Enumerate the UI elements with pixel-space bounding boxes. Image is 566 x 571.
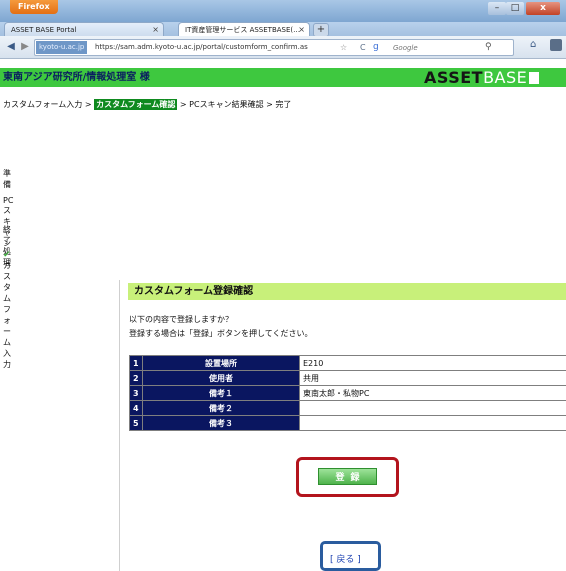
field-label: 備考１ [142, 385, 300, 401]
table-row: 3 備考１ 東南太郎・私物PC [129, 385, 566, 401]
field-value: 共用 [299, 370, 566, 386]
search-box[interactable]: g ⚲ [371, 40, 513, 55]
logo-base-text: BASE [483, 68, 528, 87]
assetbase-logo: ASSETBASE [424, 68, 540, 87]
tab-label: ASSET BASE Portal [11, 26, 77, 34]
row-number: 1 [129, 355, 143, 371]
step-item-custom-form-input: ✔カスタムフォーム 入力 [3, 250, 12, 370]
step-label: カスタムフォーム [3, 261, 11, 347]
description-line: 以下の内容で登録しますか？ [129, 315, 233, 324]
maximize-button[interactable]: □ [506, 2, 524, 15]
site-header: 東南アジア研究所/情報処理室 様 ASSETBASE [0, 68, 566, 87]
row-number: 5 [129, 415, 143, 431]
step-item-preparation: 準備 [3, 169, 11, 189]
reload-icon[interactable]: C [360, 40, 366, 55]
search-icon[interactable]: ⚲ [485, 40, 492, 55]
tab-asset-base-portal[interactable]: ASSET BASE Portal × [4, 22, 164, 36]
new-tab-button[interactable]: + [313, 23, 329, 37]
back-arrow-icon[interactable]: ◀ [4, 39, 18, 54]
breadcrumb-separator: > [263, 100, 276, 109]
field-value: 東南太郎・私物PC [299, 385, 566, 401]
table-row: 4 備考２ [129, 400, 566, 416]
row-number: 2 [129, 370, 143, 386]
logo-asset-text: ASSET [424, 68, 484, 87]
navigation-bar: ◀ ▶ kyoto-u.ac.jp https://sam.adm.kyoto-… [0, 36, 566, 59]
logo-mark-icon [529, 72, 540, 84]
check-icon: ✔ [3, 250, 11, 260]
row-number: 3 [129, 385, 143, 401]
department-name: 東南アジア研究所/情報処理室 様 [3, 72, 150, 83]
step-label-continued: 入力 [3, 349, 11, 369]
content-divider [119, 280, 120, 571]
tab-label: IT資産管理サービス ASSETBASE(… [185, 26, 301, 34]
breadcrumb-separator: > [177, 100, 190, 109]
breadcrumb: カスタムフォーム入力 > カスタムフォーム確認 > PCスキャン結果確認 > 完… [3, 98, 291, 112]
row-number: 4 [129, 400, 143, 416]
site-identity-badge[interactable]: kyoto-u.ac.jp [36, 41, 88, 54]
google-icon[interactable]: g [373, 41, 391, 54]
title-bar: Firefox – □ x [0, 0, 566, 22]
firefox-menu-button[interactable]: Firefox [10, 0, 58, 14]
description-line: 登録する場合は「登録」ボタンを押してください。 [129, 329, 313, 338]
breadcrumb-step-complete: 完了 [275, 100, 292, 109]
confirmation-description: 以下の内容で登録しますか？ 登録する場合は「登録」ボタンを押してください。 [129, 313, 313, 341]
toolbar-extra-icon[interactable] [550, 39, 562, 51]
tab-close-icon[interactable]: × [152, 23, 159, 36]
breadcrumb-step-custom-form-input: カスタムフォーム入力 [3, 100, 83, 109]
browser-window: Firefox – □ x ASSET BASE Portal × IT資産管理… [0, 0, 566, 571]
tab-close-icon[interactable]: × [298, 23, 305, 36]
confirmation-table: 1 設置場所 E210 2 使用者 共用 3 備考１ 東南太郎・私物PC 4 備… [129, 355, 566, 431]
field-value [299, 415, 566, 431]
table-row: 5 備考３ [129, 415, 566, 431]
field-label: 備考３ [142, 415, 300, 431]
field-label: 設置場所 [142, 355, 300, 371]
close-window-button[interactable]: x [526, 2, 560, 15]
minimize-button[interactable]: – [488, 2, 506, 15]
field-label: 使用者 [142, 370, 300, 386]
panel-title: カスタムフォーム登録確認 [128, 283, 566, 300]
breadcrumb-step-pc-scan-result: PCスキャン結果確認 [189, 100, 264, 109]
table-row: 2 使用者 共用 [129, 370, 566, 386]
field-value [299, 400, 566, 416]
tab-strip: ASSET BASE Portal × IT資産管理サービス ASSETBASE… [0, 22, 566, 37]
url-text[interactable]: https://sam.adm.kyoto-u.ac.jp/portal/cus… [95, 40, 308, 55]
home-icon[interactable]: ⌂ [530, 39, 536, 50]
forward-arrow-icon[interactable]: ▶ [19, 39, 31, 54]
register-button[interactable]: 登録 [318, 468, 377, 485]
address-bar[interactable]: kyoto-u.ac.jp https://sam.adm.kyoto-u.ac… [34, 39, 514, 56]
search-input[interactable] [393, 40, 477, 55]
field-value: E210 [299, 355, 566, 371]
bookmark-star-icon[interactable]: ☆ [340, 40, 347, 55]
tab-it-asset-service[interactable]: IT資産管理サービス ASSETBASE(… × [178, 22, 310, 36]
breadcrumb-current-step: カスタムフォーム確認 [94, 99, 178, 110]
table-row: 1 設置場所 E210 [129, 355, 566, 371]
field-label: 備考２ [142, 400, 300, 416]
back-link[interactable]: [ 戻る ] [330, 552, 361, 565]
breadcrumb-separator: > [82, 100, 95, 109]
